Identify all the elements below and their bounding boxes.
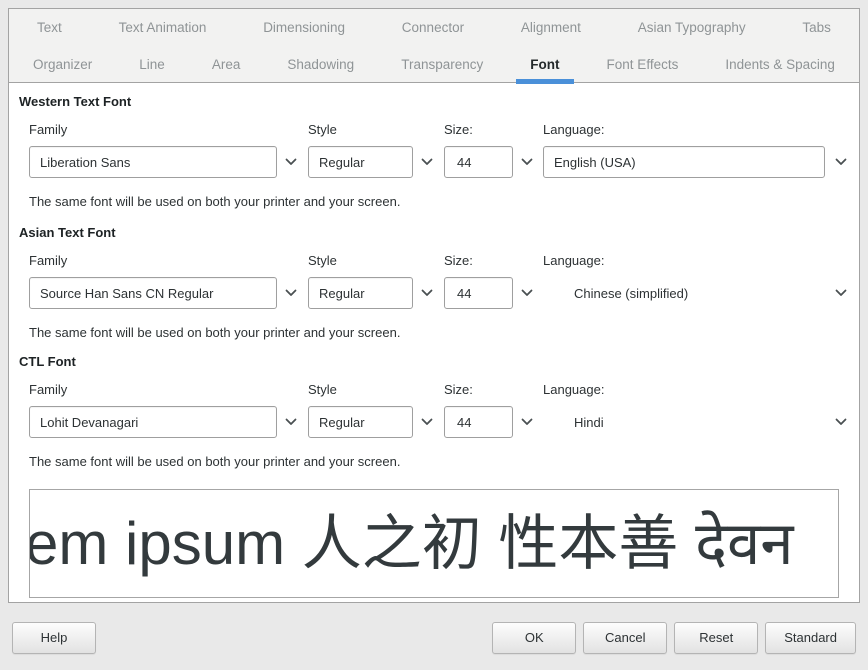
tab-transparency[interactable]: Transparency <box>401 46 483 83</box>
western-style-input[interactable]: Regular <box>308 146 413 178</box>
tab-organizer[interactable]: Organizer <box>33 46 92 83</box>
tab-row-1: Text Text Animation Dimensioning Connect… <box>9 9 859 46</box>
chevron-down-icon[interactable] <box>829 406 853 438</box>
tab-line[interactable]: Line <box>139 46 165 83</box>
fields-row: Source Han Sans CN Regular Regular 44 Ch… <box>29 277 839 309</box>
tab-dimensioning[interactable]: Dimensioning <box>263 9 345 46</box>
printer-screen-note: The same font will be used on both your … <box>29 325 839 341</box>
tab-connector[interactable]: Connector <box>402 9 464 46</box>
chevron-down-icon[interactable] <box>279 406 303 438</box>
language-label: Language: <box>543 382 604 398</box>
ctl-family-input[interactable]: Lohit Devanagari <box>29 406 277 438</box>
asian-size-input[interactable]: 44 <box>444 277 513 309</box>
ctl-style-input[interactable]: Regular <box>308 406 413 438</box>
asian-family-input[interactable]: Source Han Sans CN Regular <box>29 277 277 309</box>
language-label: Language: <box>543 253 604 269</box>
size-label: Size: <box>444 253 473 269</box>
chevron-down-icon[interactable] <box>279 146 303 178</box>
chevron-down-icon[interactable] <box>829 146 853 178</box>
asian-font-section: Asian Text Font Family Style Size: Langu… <box>9 210 859 341</box>
tab-shadowing[interactable]: Shadowing <box>287 46 354 83</box>
western-language-input[interactable]: English (USA) <box>543 146 825 178</box>
chevron-down-icon[interactable] <box>415 277 439 309</box>
notebook-panel: Text Text Animation Dimensioning Connect… <box>8 8 860 603</box>
family-label: Family <box>29 382 67 398</box>
chevron-down-icon[interactable] <box>279 277 303 309</box>
standard-button[interactable]: Standard <box>765 622 856 654</box>
labels-row: Family Style Size: Language: <box>29 122 839 138</box>
action-button-group: OK Cancel Reset Standard <box>492 622 856 654</box>
character-dialog: Text Text Animation Dimensioning Connect… <box>0 0 868 670</box>
ctl-font-section: CTL Font Family Style Size: Language: Lo… <box>9 341 859 470</box>
western-size-input[interactable]: 44 <box>444 146 513 178</box>
font-preview-text: em ipsum 人之初 性本善 देवन <box>29 514 794 574</box>
printer-screen-note: The same font will be used on both your … <box>29 194 839 210</box>
chevron-down-icon[interactable] <box>515 277 539 309</box>
size-label: Size: <box>444 122 473 138</box>
fields-row: Liberation Sans Regular 44 English (USA) <box>29 146 839 178</box>
tab-indents-spacing[interactable]: Indents & Spacing <box>725 46 835 83</box>
tab-font-effects[interactable]: Font Effects <box>607 46 679 83</box>
family-label: Family <box>29 122 67 138</box>
cancel-button[interactable]: Cancel <box>583 622 667 654</box>
font-tab-content: Western Text Font Family Style Size: Lan… <box>9 83 859 602</box>
language-label: Language: <box>543 122 604 138</box>
asian-language-select[interactable]: Chinese (simplified) <box>543 277 825 309</box>
chevron-down-icon[interactable] <box>829 277 853 309</box>
labels-row: Family Style Size: Language: <box>29 253 839 269</box>
western-font-section: Western Text Font Family Style Size: Lan… <box>9 83 859 210</box>
tab-area[interactable]: Area <box>212 46 241 83</box>
tab-row-2: Organizer Line Area Shadowing Transparen… <box>9 46 859 83</box>
ctl-language-select[interactable]: Hindi <box>543 406 825 438</box>
style-label: Style <box>308 382 337 398</box>
font-preview-box: em ipsum 人之初 性本善 देवन <box>29 489 839 598</box>
size-label: Size: <box>444 382 473 398</box>
tab-asian-typography[interactable]: Asian Typography <box>638 9 746 46</box>
family-label: Family <box>29 253 67 269</box>
tab-text[interactable]: Text <box>37 9 62 46</box>
style-label: Style <box>308 122 337 138</box>
tab-font[interactable]: Font <box>530 46 559 83</box>
western-family-input[interactable]: Liberation Sans <box>29 146 277 178</box>
chevron-down-icon[interactable] <box>515 406 539 438</box>
section-title: CTL Font <box>19 341 859 369</box>
printer-screen-note: The same font will be used on both your … <box>29 454 839 470</box>
style-label: Style <box>308 253 337 269</box>
ctl-size-input[interactable]: 44 <box>444 406 513 438</box>
chevron-down-icon[interactable] <box>415 146 439 178</box>
reset-button[interactable]: Reset <box>674 622 758 654</box>
chevron-down-icon[interactable] <box>415 406 439 438</box>
help-button[interactable]: Help <box>12 622 96 654</box>
section-title: Asian Text Font <box>19 210 859 240</box>
fields-row: Lohit Devanagari Regular 44 Hindi <box>29 406 839 438</box>
tab-alignment[interactable]: Alignment <box>521 9 581 46</box>
tab-tabs[interactable]: Tabs <box>802 9 831 46</box>
tab-text-animation[interactable]: Text Animation <box>119 9 207 46</box>
chevron-down-icon[interactable] <box>515 146 539 178</box>
asian-style-input[interactable]: Regular <box>308 277 413 309</box>
tab-strip: Text Text Animation Dimensioning Connect… <box>9 9 859 83</box>
dialog-footer: Help OK Cancel Reset Standard <box>12 621 856 654</box>
section-title: Western Text Font <box>19 83 859 109</box>
ok-button[interactable]: OK <box>492 622 576 654</box>
labels-row: Family Style Size: Language: <box>29 382 839 398</box>
